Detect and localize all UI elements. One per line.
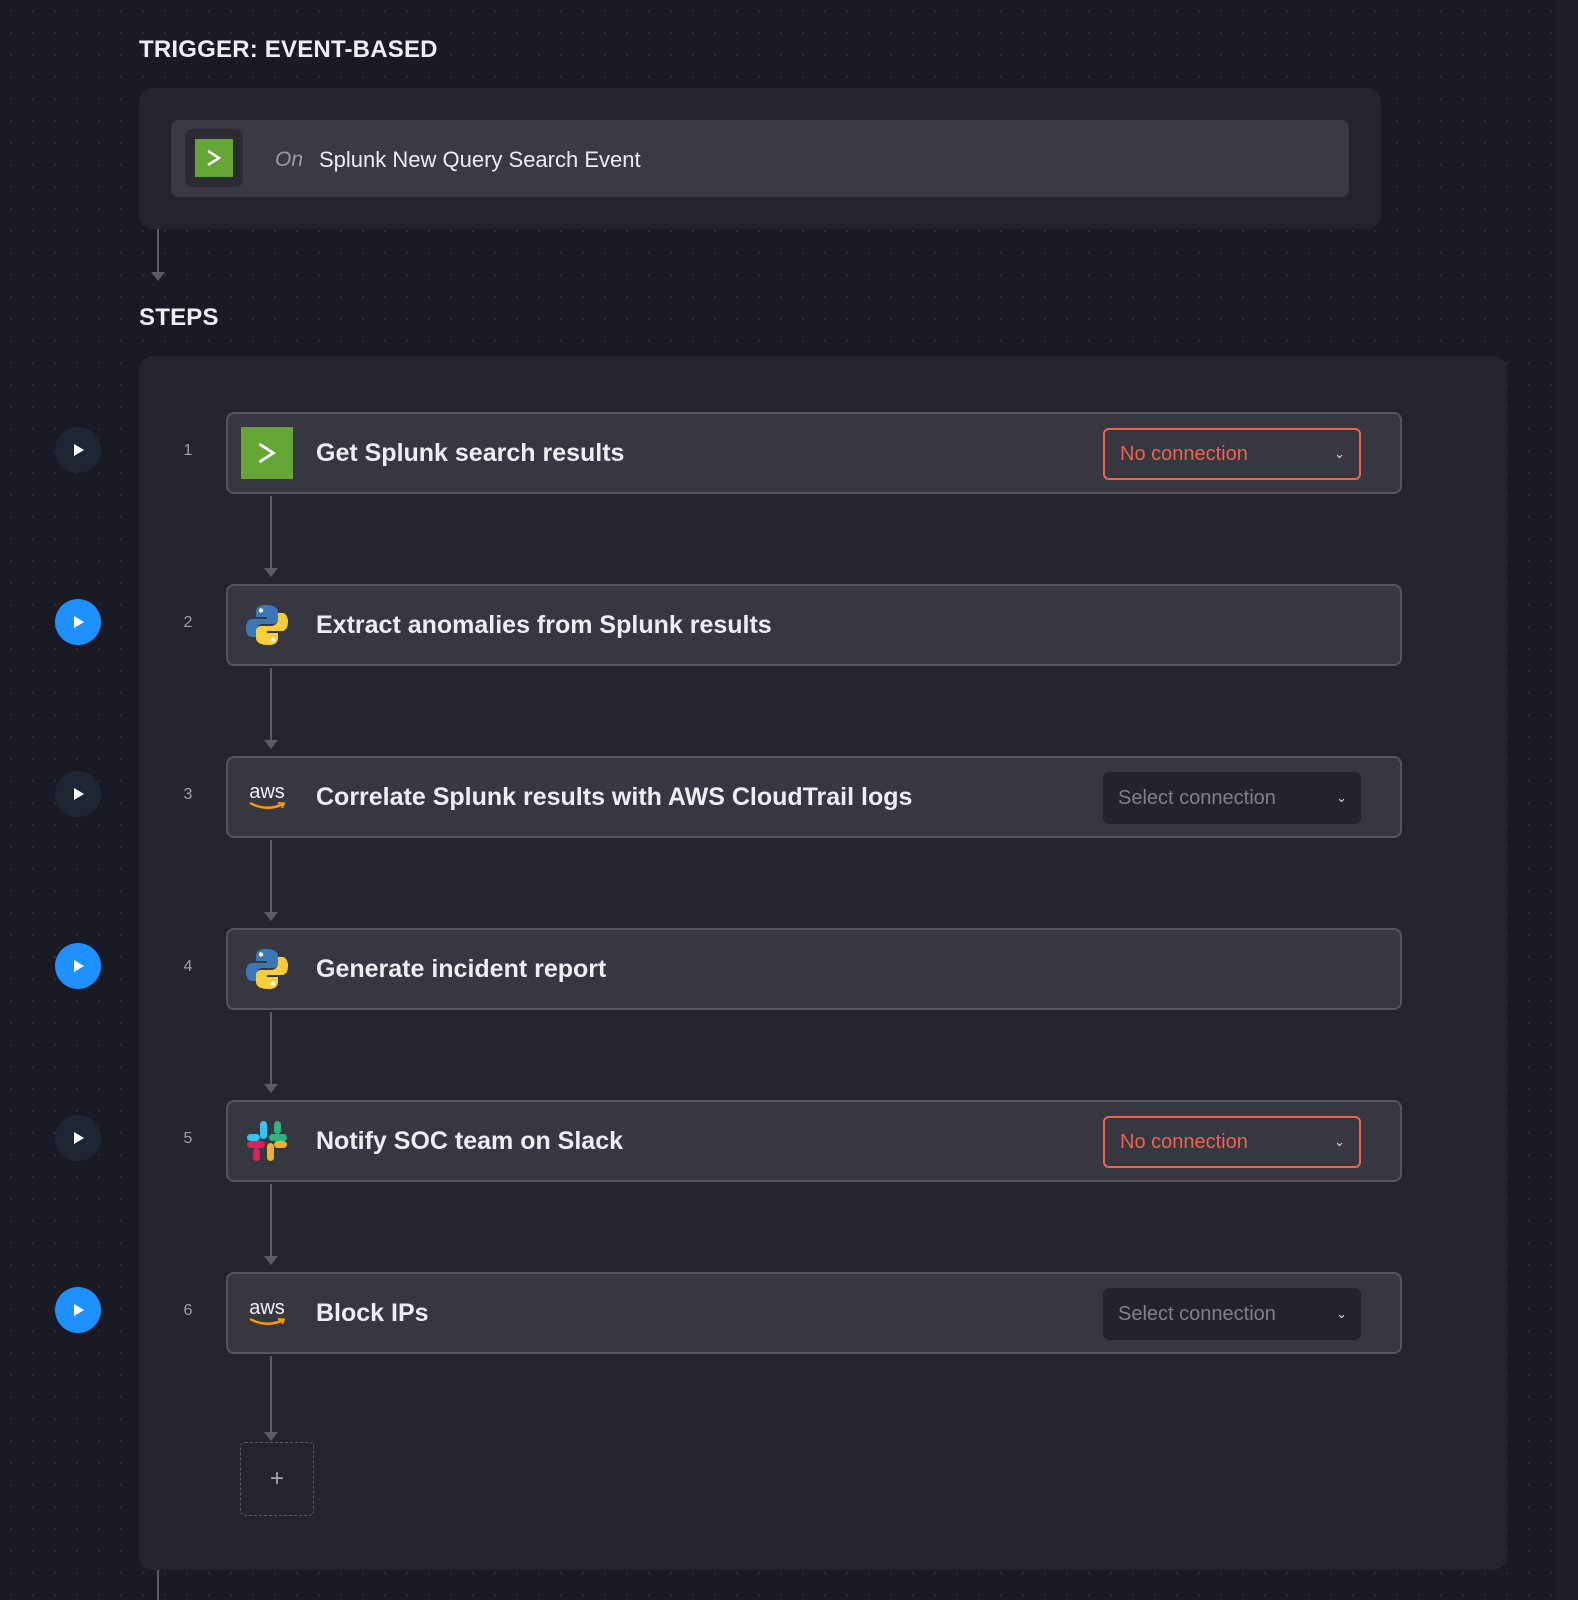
python-icon bbox=[241, 943, 293, 995]
step-connector-arrow bbox=[264, 1084, 278, 1093]
step-connector-line bbox=[270, 668, 272, 740]
play-icon bbox=[74, 616, 84, 628]
plus-icon: + bbox=[269, 1465, 284, 1492]
play-icon bbox=[74, 1304, 84, 1316]
connection-select-value: No connection bbox=[1120, 442, 1248, 465]
trigger-event-bar[interactable]: On Splunk New Query Search Event bbox=[171, 120, 1349, 197]
step-connector-arrow bbox=[264, 1432, 278, 1441]
step-connector-line bbox=[270, 1012, 272, 1084]
step-connector-arrow bbox=[264, 740, 278, 749]
aws-icon: aws bbox=[241, 771, 293, 823]
connection-select[interactable]: Select connection ⌄ bbox=[1103, 772, 1361, 824]
step-title: Notify SOC team on Slack bbox=[316, 1127, 624, 1155]
trigger-icon-box bbox=[185, 129, 243, 187]
trigger-section-title: TRIGGER: EVENT-BASED bbox=[139, 36, 438, 63]
connection-select-value: Select connection bbox=[1118, 786, 1276, 809]
step-6-run-button[interactable] bbox=[55, 1287, 101, 1333]
step-2-run-button[interactable] bbox=[55, 599, 101, 645]
aws-logo-text: aws bbox=[249, 781, 285, 803]
connection-select[interactable]: Select connection ⌄ bbox=[1103, 1288, 1361, 1340]
step-number: 4 bbox=[183, 958, 193, 975]
step-number: 3 bbox=[183, 786, 193, 803]
step-number: 5 bbox=[183, 1130, 193, 1147]
step-3-run-button[interactable] bbox=[55, 771, 101, 817]
step-number: 2 bbox=[183, 614, 193, 631]
play-icon bbox=[74, 788, 84, 800]
canvas-right-edge bbox=[1556, 0, 1578, 1600]
steps-section-title: STEPS bbox=[139, 304, 219, 331]
step-connector-arrow bbox=[264, 1256, 278, 1265]
trigger-connector-arrow bbox=[151, 272, 165, 281]
python-icon bbox=[241, 599, 293, 651]
play-icon bbox=[74, 444, 84, 456]
chevron-down-icon: ⌄ bbox=[1336, 790, 1347, 805]
step-1-run-button[interactable] bbox=[55, 427, 101, 473]
step-connector-line bbox=[270, 1184, 272, 1256]
step-card-block-ips[interactable]: aws Block IPs Select connection ⌄ bbox=[226, 1272, 1402, 1354]
step-card-extract-anomalies[interactable]: Extract anomalies from Splunk results bbox=[226, 584, 1402, 666]
step-card-notify-slack[interactable]: Notify SOC team on Slack No connection ⌄ bbox=[226, 1100, 1402, 1182]
step-connector-arrow bbox=[264, 912, 278, 921]
trigger-event-name: Splunk New Query Search Event bbox=[319, 147, 641, 172]
step-connector-arrow bbox=[264, 568, 278, 577]
step-number: 6 bbox=[183, 1302, 193, 1319]
slack-icon bbox=[241, 1115, 293, 1167]
step-title: Generate incident report bbox=[316, 955, 607, 983]
step-card-get-splunk-results[interactable]: Get Splunk search results No connection … bbox=[226, 412, 1402, 494]
step-card-generate-report[interactable]: Generate incident report bbox=[226, 928, 1402, 1010]
play-icon bbox=[74, 960, 84, 972]
steps-exit-line bbox=[157, 1570, 159, 1600]
step-number: 1 bbox=[183, 442, 193, 459]
step-title: Extract anomalies from Splunk results bbox=[316, 611, 772, 639]
chevron-down-icon: ⌄ bbox=[1334, 446, 1345, 461]
chevron-down-icon: ⌄ bbox=[1336, 1306, 1347, 1321]
step-connector-line bbox=[270, 840, 272, 912]
trigger-connector-line bbox=[157, 229, 159, 273]
step-5-run-button[interactable] bbox=[55, 1115, 101, 1161]
chevron-down-icon: ⌄ bbox=[1334, 1134, 1345, 1149]
step-card-correlate-cloudtrail[interactable]: aws Correlate Splunk results with AWS Cl… bbox=[226, 756, 1402, 838]
step-title: Get Splunk search results bbox=[316, 439, 625, 467]
connection-select[interactable]: No connection ⌄ bbox=[1103, 428, 1361, 480]
step-4-run-button[interactable] bbox=[55, 943, 101, 989]
aws-logo-text: aws bbox=[249, 1297, 285, 1319]
connection-select-value: Select connection bbox=[1118, 1302, 1276, 1325]
add-step-button[interactable]: + bbox=[240, 1442, 314, 1516]
splunk-icon bbox=[195, 139, 233, 177]
step-connector-line bbox=[270, 1356, 272, 1432]
connection-select-value: No connection bbox=[1120, 1130, 1248, 1153]
step-title: Correlate Splunk results with AWS CloudT… bbox=[316, 783, 913, 811]
connection-select[interactable]: No connection ⌄ bbox=[1103, 1116, 1361, 1168]
trigger-panel: On Splunk New Query Search Event bbox=[139, 88, 1381, 229]
step-icon bbox=[241, 427, 293, 479]
step-connector-line bbox=[270, 496, 272, 568]
splunk-icon bbox=[241, 427, 293, 479]
aws-icon: aws bbox=[241, 1287, 293, 1339]
trigger-on-label: On bbox=[275, 148, 304, 171]
play-icon bbox=[74, 1132, 84, 1144]
step-title: Block IPs bbox=[316, 1299, 429, 1327]
